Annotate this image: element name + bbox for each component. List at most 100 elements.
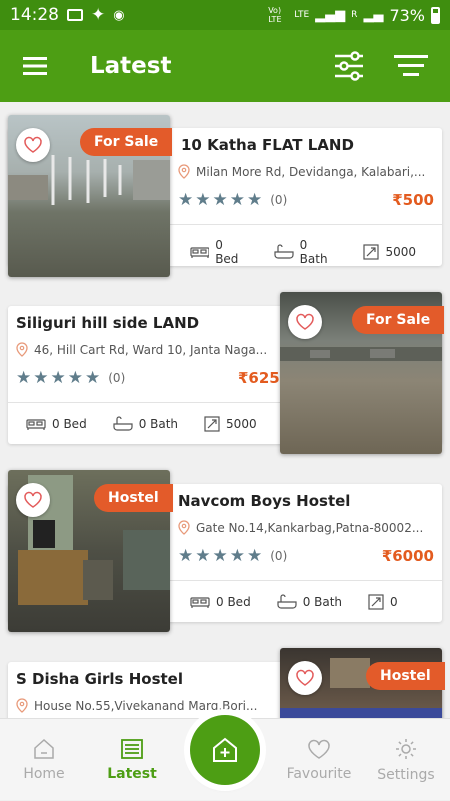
star-icon: ★ (178, 190, 194, 210)
listing-address: Gate No.14,Kankarbag,Patna-80002... (178, 520, 436, 535)
address-text: Milan More Rd, Devidanga, Kalabari,... (196, 164, 426, 179)
tools-icon: ✦ (91, 5, 106, 25)
rating-stars: ★ ★ ★ ★ ★ (0) (178, 546, 287, 566)
bath-count: 0 Bath (302, 595, 343, 609)
listing-address: House No.55,Vivekanand Marg,Bori... (16, 698, 274, 713)
heart-icon (296, 669, 314, 686)
lte-indicator: LTE (294, 10, 310, 20)
wifi-icon: ◉ (113, 7, 125, 23)
address-text: 46, Hill Cart Rd, Ward 10, Janta Naga... (34, 342, 268, 357)
page-title: Latest (90, 53, 172, 79)
location-pin-icon (178, 520, 190, 535)
favourite-button[interactable] (288, 305, 322, 339)
area-value: 5000 (226, 417, 257, 431)
gear-icon (396, 739, 416, 759)
listing-features: 0 Bed 0 Bath 0 (190, 594, 424, 610)
star-icon: ★ (67, 368, 83, 388)
bed-icon (190, 247, 210, 258)
listing-price: ₹500 (392, 191, 434, 209)
location-pin-icon (178, 164, 190, 179)
bed-icon (26, 419, 46, 430)
star-icon: ★ (85, 368, 101, 388)
app-bar: Latest (0, 30, 450, 102)
address-text: House No.55,Vivekanand Marg,Bori... (34, 698, 258, 713)
bed-count: 0 Bed (216, 595, 251, 609)
star-icon: ★ (247, 190, 263, 210)
listing-title: Navcom Boys Hostel (178, 492, 351, 510)
star-icon: ★ (50, 368, 66, 388)
area-feature: 5000 (363, 244, 416, 260)
location-pin-icon (16, 698, 28, 713)
listing-tag: Hostel (366, 662, 445, 690)
star-icon: ★ (212, 190, 228, 210)
area-value: 0 (390, 595, 398, 609)
battery-percent: 73% (389, 5, 425, 25)
newspaper-icon (121, 739, 143, 759)
home-icon (34, 738, 54, 759)
nav-favourite[interactable]: Favourite (280, 719, 358, 801)
star-icon: ★ (229, 546, 245, 566)
nav-settings[interactable]: Settings (372, 719, 440, 801)
bath-feature: 0 Bath (274, 238, 337, 266)
bathtub-icon (277, 594, 297, 609)
listing-features: 0 Bed 0 Bath 5000 (190, 238, 442, 266)
area-icon (204, 416, 220, 432)
card-divider (8, 402, 280, 403)
listing-title: 10 Katha FLAT LAND (181, 136, 354, 154)
bathtub-icon (113, 416, 133, 431)
rating-stars: ★ ★ ★ ★ ★ (0) (16, 368, 125, 388)
star-icon: ★ (229, 190, 245, 210)
listing-address: 46, Hill Cart Rd, Ward 10, Janta Naga... (16, 342, 274, 357)
listing-price: ₹625 (238, 369, 280, 387)
listing-features: 0 Bed 0 Bath 5000 (26, 416, 283, 432)
status-bar: 14:28 ✦ ◉ Vo) LTE LTE ▂▄▆ R ▂▄ 73% (0, 0, 450, 30)
nav-home-label: Home (23, 766, 65, 782)
star-icon: ★ (16, 368, 32, 388)
sort-icon (394, 55, 428, 76)
bath-feature: 0 Bath (113, 416, 178, 432)
star-icon: ★ (33, 368, 49, 388)
listing-tag: Hostel (94, 484, 173, 512)
listing-tag: For Sale (352, 306, 445, 334)
bed-count: 0 Bed (215, 238, 239, 266)
area-icon (368, 594, 384, 610)
nav-home[interactable]: Home (10, 719, 78, 801)
battery-icon (431, 6, 440, 24)
add-property-button[interactable] (190, 715, 260, 785)
favourite-button[interactable] (16, 483, 50, 517)
bed-feature: 0 Bed (26, 417, 87, 431)
roaming-indicator: R (351, 10, 358, 20)
nav-latest[interactable]: Latest (98, 719, 166, 801)
address-text: Gate No.14,Kankarbag,Patna-80002... (196, 520, 424, 535)
nav-settings-label: Settings (377, 767, 435, 783)
rating-count: (0) (108, 371, 126, 385)
location-pin-icon (16, 342, 28, 357)
heart-icon (296, 313, 314, 330)
listing-list[interactable]: 10 Katha FLAT LAND Milan More Rd, Devida… (0, 102, 450, 718)
status-time: 14:28 (10, 5, 59, 25)
signal-icon-2: ▂▄ (363, 7, 384, 23)
listing-title: Siliguri hill side LAND (16, 314, 200, 332)
rating-stars: ★ ★ ★ ★ ★ (0) (178, 190, 287, 210)
favourite-button[interactable] (288, 661, 322, 695)
star-icon: ★ (212, 546, 228, 566)
area-feature: 5000 (204, 416, 257, 432)
menu-button[interactable] (0, 30, 70, 102)
bathtub-icon (274, 244, 294, 259)
bed-icon (190, 597, 210, 608)
favourite-button[interactable] (16, 128, 50, 162)
star-icon: ★ (195, 190, 211, 210)
heart-icon (24, 136, 42, 153)
star-icon: ★ (195, 546, 211, 566)
rating-count: (0) (270, 193, 288, 207)
sort-button[interactable] (380, 30, 442, 102)
filter-button[interactable] (318, 30, 380, 102)
area-feature: 0 (368, 594, 398, 610)
bed-feature: 0 Bed (190, 238, 248, 266)
gallery-icon (67, 9, 83, 21)
listing-title: S Disha Girls Hostel (16, 670, 183, 688)
bath-count: 0 Bath (138, 417, 179, 431)
card-divider (170, 580, 442, 581)
bed-feature: 0 Bed (190, 595, 251, 609)
card-divider (170, 224, 442, 225)
